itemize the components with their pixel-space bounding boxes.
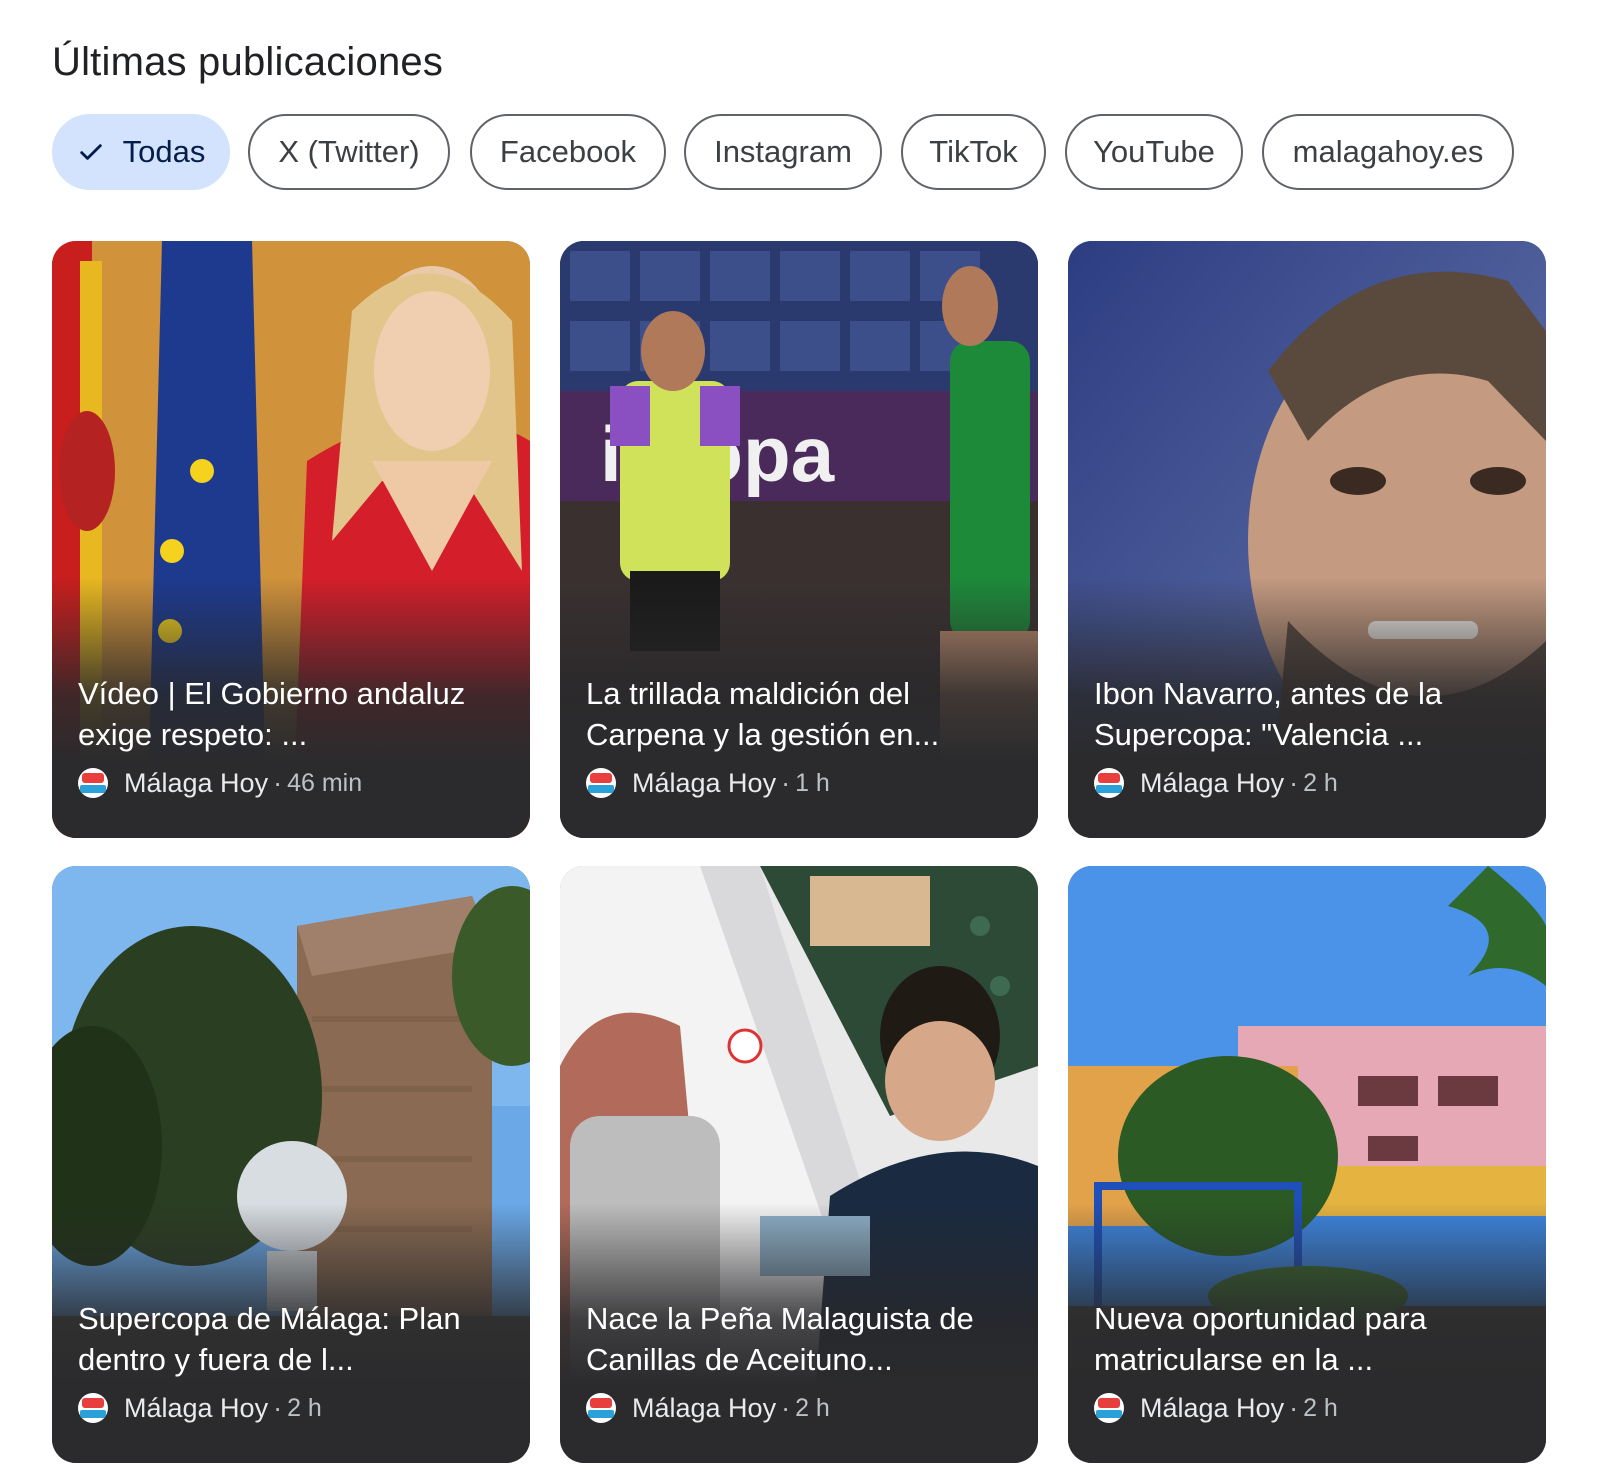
chip-facebook[interactable]: Facebook xyxy=(470,114,666,190)
post-meta: Málaga Hoy · 1 h xyxy=(586,763,830,803)
post-source: Málaga Hoy xyxy=(1140,1392,1285,1423)
meta-separator: · xyxy=(1289,1392,1299,1423)
meta-separator: · xyxy=(1289,767,1299,798)
post-source: Málaga Hoy xyxy=(124,767,269,798)
post-meta: Málaga Hoy · 2 h xyxy=(1094,763,1338,803)
chip-todas[interactable]: Todas xyxy=(52,114,230,190)
chip-instagram[interactable]: Instagram xyxy=(684,114,882,190)
chip-label: TikTok xyxy=(929,134,1018,169)
malaga-hoy-logo-icon xyxy=(586,1393,616,1423)
post-source: Málaga Hoy xyxy=(1140,767,1285,798)
post-meta: Málaga Hoy · 2 h xyxy=(78,1388,322,1428)
post-time: 2 h xyxy=(287,1393,322,1422)
latest-posts-section: Últimas publicaciones Todas X (Twitter) … xyxy=(0,0,1600,1479)
malaga-hoy-logo-icon xyxy=(78,768,108,798)
malaga-hoy-logo-icon xyxy=(78,1393,108,1423)
malaga-hoy-logo-icon xyxy=(586,768,616,798)
post-time: 2 h xyxy=(1303,1393,1338,1422)
meta-separator: · xyxy=(273,767,283,798)
post-meta: Málaga Hoy · 2 h xyxy=(586,1388,830,1428)
post-source: Málaga Hoy xyxy=(632,1392,777,1423)
chip-label: Facebook xyxy=(499,134,637,169)
post-time: 2 h xyxy=(795,1393,830,1422)
chip-tiktok[interactable]: TikTok xyxy=(901,114,1046,190)
chip-label: Instagram xyxy=(714,134,852,169)
chip-label: X (Twitter) xyxy=(278,134,420,169)
chip-label: Todas xyxy=(122,134,206,169)
post-time: 2 h xyxy=(1303,768,1338,797)
post-meta: Málaga Hoy · 46 min xyxy=(78,763,362,803)
post-headline: Vídeo | El Gobierno andaluz exige respet… xyxy=(78,676,466,752)
post-headline: Supercopa de Málaga: Plan dentro y fuera… xyxy=(78,1301,461,1377)
post-card[interactable]: Nace la Peña Malaguista de Canillas de A… xyxy=(560,866,1038,1463)
post-headline: La trillada maldición del Carpena y la g… xyxy=(586,676,940,752)
check-icon xyxy=(79,144,102,160)
meta-separator: · xyxy=(781,767,791,798)
post-card[interactable]: ircopa La trillada maldición del Carpena… xyxy=(560,241,1038,838)
post-headline: Nace la Peña Malaguista de Canillas de A… xyxy=(586,1301,974,1377)
post-time: 1 h xyxy=(795,768,830,797)
post-source: Málaga Hoy xyxy=(632,767,777,798)
chip-youtube[interactable]: YouTube xyxy=(1065,114,1243,190)
chip-malagahoy[interactable]: malagahoy.es xyxy=(1262,114,1514,190)
post-time: 46 min xyxy=(287,768,363,797)
malaga-hoy-logo-icon xyxy=(1094,768,1124,798)
chip-x-twitter[interactable]: X (Twitter) xyxy=(248,114,450,190)
post-card[interactable]: Vídeo | El Gobierno andaluz exige respet… xyxy=(52,241,530,838)
chip-label: YouTube xyxy=(1093,134,1215,169)
post-card[interactable]: Nueva oportunidad para matricularse en l… xyxy=(1068,866,1546,1463)
malaga-hoy-logo-icon xyxy=(1094,1393,1124,1423)
post-card[interactable]: Ibon Navarro, antes de la Supercopa: "Va… xyxy=(1068,241,1546,838)
post-headline: Ibon Navarro, antes de la Supercopa: "Va… xyxy=(1094,676,1443,752)
section-title: Últimas publicaciones xyxy=(52,40,444,84)
meta-separator: · xyxy=(273,1392,283,1423)
chip-label: malagahoy.es xyxy=(1292,134,1484,169)
meta-separator: · xyxy=(781,1392,791,1423)
post-card[interactable]: Supercopa de Málaga: Plan dentro y fuera… xyxy=(52,866,530,1463)
post-source: Málaga Hoy xyxy=(124,1392,269,1423)
post-meta: Málaga Hoy · 2 h xyxy=(1094,1388,1338,1428)
post-headline: Nueva oportunidad para matricularse en l… xyxy=(1094,1301,1427,1377)
